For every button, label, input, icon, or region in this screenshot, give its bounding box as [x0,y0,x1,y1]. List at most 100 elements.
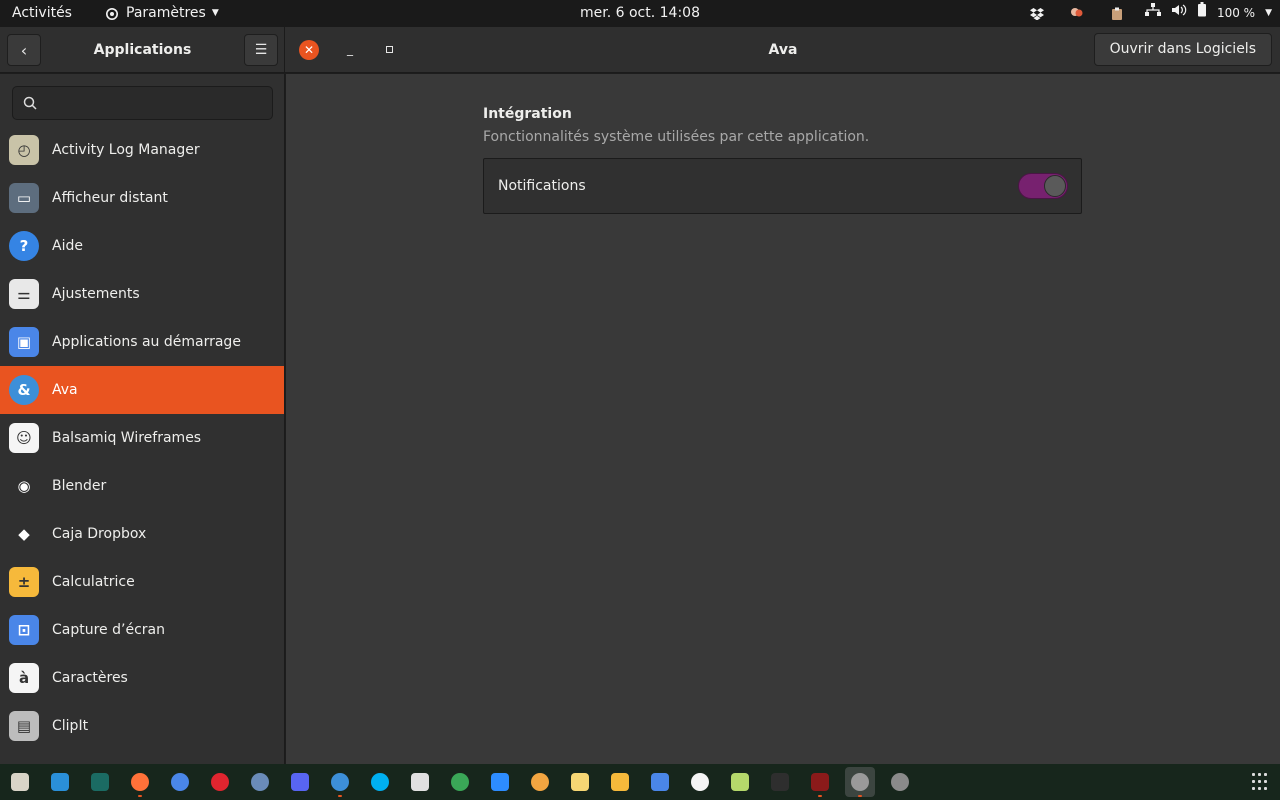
app-list-item[interactable]: ⊡ Capture d’écran [0,606,284,654]
dock-item[interactable] [845,767,875,797]
search-field[interactable] [12,86,273,120]
orange-app-icon [531,773,549,791]
chevron-down-icon: ▼ [211,8,219,18]
dock-item[interactable] [125,767,155,797]
calculator-icon [611,773,629,791]
dock-item[interactable] [285,767,315,797]
app-list-item[interactable]: ± Calculatrice [0,558,284,606]
dock-item[interactable] [485,767,515,797]
show-applications-button[interactable] [1252,773,1270,791]
dock-item[interactable] [405,767,435,797]
startup-apps-icon: ▣ [9,327,39,357]
opera-icon [211,773,229,791]
app-menu-label: Paramètres [126,5,206,21]
clipit-icon: ▤ [9,711,39,741]
clock[interactable]: mer. 6 oct. 14:08 [580,5,700,21]
dock [0,764,1280,800]
dock-item[interactable] [725,767,755,797]
app-list-item[interactable]: ? Aide [0,222,284,270]
characters-icon: à [9,663,39,693]
app-menu[interactable]: Paramètres ▼ [104,0,219,27]
dock-item[interactable] [805,767,835,797]
running-indicator [138,795,142,797]
app-list-label: Ajustements [52,286,140,302]
app-list-item[interactable]: ◆ Caja Dropbox [0,510,284,558]
gear-icon [106,7,118,20]
app-list-label: ClipIt [52,718,89,734]
dock-item[interactable] [645,767,675,797]
dock-item[interactable] [885,767,915,797]
section-subtitle: Fonctionnalités système utilisées par ce… [483,129,870,145]
dock-item[interactable] [165,767,195,797]
maximize-icon [385,45,393,53]
dock-item[interactable] [5,767,35,797]
dock-item[interactable] [525,767,555,797]
dock-item[interactable] [565,767,595,797]
dock-item[interactable] [45,767,75,797]
notifications-toggle[interactable] [1018,173,1068,199]
app-list-item[interactable]: ▭ Afficheur distant [0,174,284,222]
toggle-knob [1044,175,1066,197]
tweaks-icon: ⚌ [9,279,39,309]
tweaks-icon [731,773,749,791]
dock-item[interactable] [85,767,115,797]
chevron-left-icon: ‹ [20,40,28,60]
app-list-item[interactable]: & Ava [0,366,284,414]
notifications-label: Notifications [498,178,586,194]
sidebar-header: Applications ‹ ☰ [0,27,285,73]
zoom-icon [491,773,509,791]
running-indicator [818,795,822,797]
running-indicator [338,795,342,797]
app-list-label: Balsamiq Wireframes [52,430,202,446]
close-button[interactable]: ✕ [299,40,319,60]
search-input[interactable] [45,87,270,119]
activity-log-icon: ◴ [9,135,39,165]
notes-icon [571,773,589,791]
app-list-item[interactable]: à Caractères [0,654,284,702]
app-list-item[interactable]: ◴ Activity Log Manager [0,126,284,174]
screenshot-icon: ⊡ [9,615,39,645]
app-list-item[interactable]: ◉ Blender [0,462,284,510]
app-list-item[interactable]: ▤ ClipIt [0,702,284,750]
clipboard-tray-icon[interactable] [1097,0,1137,27]
search-icon [23,96,37,110]
balsamiq-icon [691,773,709,791]
app-list-label: Aide [52,238,83,254]
activities-button[interactable]: Activités [12,0,72,27]
back-button[interactable]: ‹ [7,34,41,66]
app-list-item[interactable]: ☺ Balsamiq Wireframes [0,414,284,462]
app-list-label: Calculatrice [52,574,135,590]
menu-button[interactable]: ☰ [244,34,278,66]
battery-icon [1197,0,1207,27]
maximize-button[interactable] [379,39,399,59]
app-list-label: Blender [52,478,107,494]
files-icon [11,773,29,791]
sidebar: ◴ Activity Log Manager ▭ Afficheur distant?… [0,74,285,764]
skype-icon [371,773,389,791]
dock-item[interactable] [445,767,475,797]
open-in-software-button[interactable]: Ouvrir dans Logiciels [1093,33,1272,66]
disk-icon [891,773,909,791]
dock-item[interactable] [685,767,715,797]
vscode-icon [51,773,69,791]
status-menu[interactable]: 100 % ▼ [1137,0,1272,27]
network-icon [1144,0,1161,27]
dock-item[interactable] [605,767,635,797]
blender-icon: ◉ [9,471,39,501]
app-list-item[interactable]: ⚌ Ajustements [0,270,284,318]
dock-item[interactable] [325,767,355,797]
sidebar-title: Applications [93,42,192,58]
balsamiq-icon: ☺ [9,423,39,453]
dropbox-tray-icon[interactable] [1017,0,1057,27]
dock-item[interactable] [365,767,395,797]
app-list-item[interactable]: ▣ Applications au démarrage [0,318,284,366]
yandex-icon [451,773,469,791]
hamburger-icon: ☰ [254,42,268,58]
dock-item[interactable] [765,767,795,797]
minimize-button[interactable]: _ [340,39,360,59]
dock-item[interactable] [245,767,275,797]
ava-tray-icon[interactable] [1057,0,1097,27]
app-list-label: Caractères [52,670,128,686]
dock-item[interactable] [205,767,235,797]
settings-icon [851,773,869,791]
